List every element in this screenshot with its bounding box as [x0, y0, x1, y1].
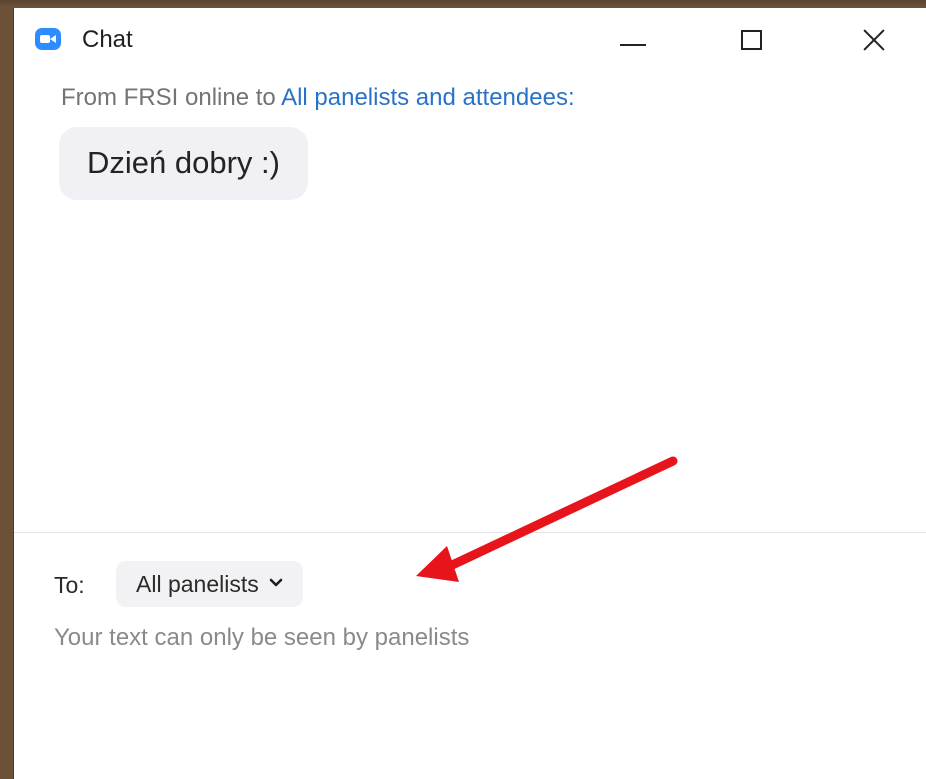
- compose-input[interactable]: Your text can only be seen by panelists: [54, 624, 469, 652]
- chevron-down-icon: [269, 578, 283, 587]
- title-bar[interactable]: Chat: [14, 8, 926, 70]
- desktop-frame: [0, 0, 926, 8]
- message-recipient-link[interactable]: All panelists and attendees:: [281, 84, 575, 111]
- message-sender-line: From FRSI online to All panelists and at…: [61, 84, 575, 112]
- compose-divider: [14, 532, 926, 533]
- recipient-dropdown-value: All panelists: [136, 570, 259, 597]
- close-button[interactable]: [850, 20, 900, 60]
- maximize-icon: [741, 30, 762, 50]
- recipient-dropdown[interactable]: All panelists: [116, 561, 303, 607]
- minimize-button[interactable]: [610, 20, 660, 60]
- to-label: To:: [54, 572, 85, 598]
- message-bubble: Dzień dobry :): [59, 127, 308, 200]
- minimize-icon: [620, 44, 646, 46]
- zoom-camera-icon: [35, 28, 61, 50]
- chat-window: Chat From FRSI online to All panelists a…: [13, 8, 926, 779]
- sender-prefix: From FRSI online to: [61, 84, 282, 111]
- window-title: Chat: [82, 26, 133, 53]
- close-icon: [862, 28, 886, 52]
- maximize-button[interactable]: [728, 20, 778, 60]
